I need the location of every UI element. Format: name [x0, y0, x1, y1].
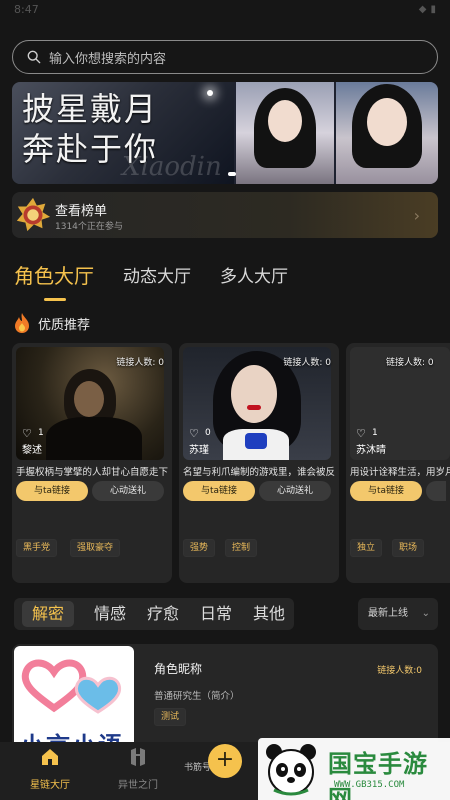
- banner-page-indicator: [228, 172, 236, 176]
- nav-item-star-hall[interactable]: 星链大厅: [10, 746, 90, 791]
- heart-icon[interactable]: ♡: [22, 427, 32, 440]
- status-bar: 8:47 ◆▮: [0, 0, 450, 22]
- role-tag[interactable]: 黑手党: [16, 539, 58, 557]
- list-item-thumbnail: 小言小语: [14, 646, 134, 754]
- panda-logo-icon: [266, 744, 316, 796]
- add-button[interactable]: +: [208, 744, 242, 778]
- banner-portrait-2: [336, 82, 438, 184]
- home-icon: [42, 749, 58, 765]
- role-card-links: 链接人数: 0: [283, 358, 331, 368]
- signal-battery-icon: ◆▮: [418, 4, 440, 15]
- role-tag[interactable]: 强取豪夺: [70, 539, 121, 557]
- role-tag[interactable]: 独立: [350, 539, 383, 557]
- category-tab-daily[interactable]: 日常: [200, 598, 232, 630]
- category-tab-healing[interactable]: 疗愈: [147, 598, 179, 630]
- role-tag[interactable]: 职场: [392, 539, 425, 557]
- role-card-links: 链接人数: 0: [116, 358, 164, 368]
- link-button[interactable]: 与ta链接: [350, 481, 422, 501]
- tab-multi-hall[interactable]: 多人大厅: [220, 262, 288, 287]
- section-header: 优质推荐: [12, 312, 90, 334]
- gate-icon: [131, 748, 145, 766]
- sort-label: 最新上线: [368, 608, 408, 619]
- ranking-title: 查看榜单: [55, 204, 108, 219]
- list-item-links: 链接人数:0: [377, 666, 422, 676]
- promo-banner[interactable]: 披星戴月 奔赴于你 Xiaodin: [12, 82, 438, 184]
- tab-indicator: [44, 298, 66, 301]
- role-card-desc: 名望与利爪编制的游戏里，谁会被反噬: [183, 467, 335, 478]
- role-card-likes: 1: [38, 428, 44, 438]
- role-tag[interactable]: 控制: [225, 539, 258, 557]
- ranking-entry[interactable]: 查看榜单 1314个正在参与 ›: [12, 192, 438, 238]
- chevron-down-icon: ⌄: [421, 608, 430, 619]
- medal-icon: [16, 197, 51, 232]
- role-card-name: 苏瑾: [189, 445, 209, 456]
- role-card-likes: 0: [205, 428, 211, 438]
- category-tabs: 解密 情感 疗愈 日常 其他: [14, 598, 294, 630]
- ranking-subtitle: 1314个正在参与: [55, 222, 123, 232]
- role-tag[interactable]: 强势: [183, 539, 216, 557]
- role-card-likes: 1: [372, 428, 378, 438]
- category-tab-emotion[interactable]: 情感: [94, 598, 126, 630]
- heart-icon[interactable]: ♡: [189, 427, 199, 440]
- chevron-right-icon: ›: [413, 206, 420, 225]
- site-watermark: 国宝手游网 WWW.GB315.COM: [258, 738, 450, 800]
- link-button[interactable]: 与ta链接: [183, 481, 255, 501]
- category-tab-other[interactable]: 其他: [253, 598, 285, 630]
- nav-label: 星链大厅: [30, 780, 70, 791]
- flame-icon: [15, 313, 29, 333]
- section-title: 优质推荐: [38, 317, 91, 333]
- list-item-tag[interactable]: 测试: [154, 708, 187, 726]
- list-item-name: 角色昵称: [154, 662, 203, 676]
- role-card-desc: 手握权柄与掌擘的人却甘心自愿走下三: [16, 467, 168, 478]
- watermark-brand: 国宝手游网: [328, 750, 428, 800]
- nav-peek-text: 书筋号: [184, 763, 212, 773]
- role-card-desc: 用设计诠释生活，用岁月: [350, 467, 450, 478]
- nav-item-otherworld-gate[interactable]: 异世之门: [98, 746, 178, 791]
- role-card[interactable]: 链接人数: 0 ♡ 1 苏沐晴 用设计诠释生活，用岁月 与ta链接 独立 职场: [346, 343, 450, 583]
- search-icon: [27, 50, 41, 64]
- link-button[interactable]: 与ta链接: [16, 481, 88, 501]
- tab-dynamic-hall[interactable]: 动态大厅: [123, 262, 191, 287]
- gift-button[interactable]: 心动送礼: [92, 481, 164, 501]
- status-time: 8:47: [14, 3, 39, 16]
- watermark-url: WWW.GB315.COM: [334, 780, 405, 790]
- banner-portrait-1: [236, 82, 334, 184]
- role-card-name: 黎述: [22, 445, 42, 456]
- list-item-subtitle: 普通研究生（简介）: [154, 691, 240, 702]
- tab-role-hall[interactable]: 角色大厅: [14, 260, 94, 289]
- sparkle-icon: [207, 90, 213, 96]
- role-card-name: 苏沐晴: [356, 445, 386, 456]
- category-tab-puzzle[interactable]: 解密: [22, 601, 75, 627]
- gift-button[interactable]: 心动送礼: [259, 481, 331, 501]
- role-card[interactable]: 链接人数: 0 ♡ 0 苏瑾 名望与利爪编制的游戏里，谁会被反噬 与ta链接 心…: [179, 343, 339, 583]
- search-input[interactable]: 输入你想搜索的内容: [12, 40, 438, 74]
- nav-label: 异世之门: [118, 780, 158, 791]
- role-card-links: 链接人数: 0: [386, 358, 434, 368]
- banner-script-text: Xiaodin: [122, 152, 222, 182]
- gift-button[interactable]: [426, 481, 446, 501]
- sort-dropdown[interactable]: 最新上线 ⌄: [358, 598, 438, 630]
- heart-icon[interactable]: ♡: [356, 427, 366, 440]
- role-card[interactable]: 链接人数: 0 ♡ 1 黎述 手握权柄与掌擘的人却甘心自愿走下三 与ta链接 心…: [12, 343, 172, 583]
- search-placeholder: 输入你想搜索的内容: [49, 51, 167, 67]
